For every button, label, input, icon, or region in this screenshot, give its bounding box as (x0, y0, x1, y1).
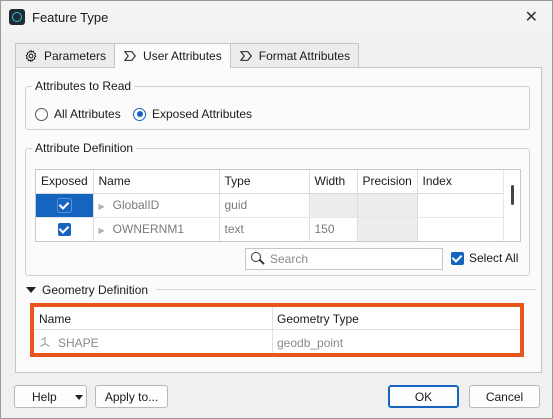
index-cell[interactable] (417, 217, 505, 241)
checkbox-checked-icon[interactable] (451, 251, 464, 265)
help-button-label: Help (32, 390, 57, 404)
type-cell[interactable]: guid (219, 193, 310, 218)
tab-format-attributes-label: Format Attributes (258, 48, 351, 63)
radio-all-attributes-label: All Attributes (54, 107, 121, 121)
geometry-definition-label: Geometry Definition (42, 283, 149, 297)
tab-format-attributes[interactable]: Format Attributes (229, 43, 360, 67)
column-header-precision[interactable]: Precision (357, 170, 418, 194)
checkbox-checked-icon[interactable] (57, 222, 71, 236)
column-header-name[interactable]: Name (93, 170, 220, 194)
width-cell (309, 193, 358, 218)
attribute-definition-label: Attribute Definition (32, 141, 137, 155)
table-row[interactable]: ▶ OWNERNM1 text 150 (36, 217, 505, 241)
search-input[interactable] (268, 251, 428, 267)
attribute-name: GlobalID (112, 198, 160, 212)
radio-exposed-attributes-label: Exposed Attributes (152, 107, 253, 121)
gear-icon (25, 49, 37, 62)
column-header-index[interactable]: Index (417, 170, 505, 194)
column-header-type[interactable]: Type (219, 170, 310, 194)
title-bar: Feature Type ✕ (1, 1, 552, 33)
index-cell[interactable] (417, 193, 505, 218)
point-geometry-icon (40, 336, 50, 347)
search-box[interactable] (245, 248, 443, 270)
attribute-name: OWNERNM1 (112, 222, 184, 236)
type-cell[interactable]: text (219, 217, 310, 241)
geometry-highlight-outline: Name Geometry Type SHAPE geodb_point (30, 303, 524, 357)
expand-arrow-icon: ▶ (98, 202, 105, 211)
name-cell[interactable]: ▶ GlobalID (93, 193, 220, 218)
radio-button-icon (35, 107, 48, 121)
attribute-table-header: Exposed Name Type Width Precision Index (36, 170, 505, 194)
attributes-to-read-group: Attributes to Read All Attributes Expose… (25, 79, 530, 130)
column-header-geometry-type[interactable]: Geometry Type (277, 312, 359, 326)
precision-cell (357, 193, 418, 218)
column-header-width[interactable]: Width (309, 170, 358, 194)
column-header-exposed[interactable]: Exposed (36, 170, 94, 194)
name-cell[interactable]: ▶ OWNERNM1 (93, 217, 220, 241)
chevron-tag-icon (239, 50, 252, 61)
geometry-type[interactable]: geodb_point (277, 336, 343, 350)
vertical-scrollbar[interactable] (503, 170, 520, 241)
radio-exposed-attributes[interactable]: Exposed Attributes (133, 107, 252, 121)
exposed-cell[interactable] (36, 217, 94, 241)
radio-all-attributes[interactable]: All Attributes (35, 107, 121, 121)
dropdown-arrow-icon[interactable] (75, 395, 83, 400)
precision-cell (357, 217, 418, 241)
attribute-table: Exposed Name Type Width Precision Index … (35, 169, 521, 242)
radio-button-selected-icon (133, 107, 146, 121)
expand-arrow-icon: ▶ (98, 226, 105, 235)
chevron-tag-icon (124, 51, 136, 61)
attribute-definition-group: Attribute Definition Exposed Name Type W… (25, 141, 530, 276)
cancel-button[interactable]: Cancel (469, 385, 540, 408)
table-row[interactable]: ▶ GlobalID guid (36, 193, 505, 218)
tab-user-attributes[interactable]: User Attributes (114, 43, 231, 68)
feature-type-dialog: Feature Type ✕ Parameters User Attribute… (0, 0, 553, 419)
attributes-to-read-label: Attributes to Read (32, 79, 135, 93)
tab-bar: Parameters User Attributes Format Attrib… (15, 43, 360, 68)
geometry-name[interactable]: SHAPE (58, 336, 99, 350)
select-all-checkbox[interactable]: Select All (451, 251, 518, 265)
app-icon (9, 9, 25, 25)
width-cell[interactable]: 150 (309, 217, 358, 241)
user-attributes-panel: Attributes to Read All Attributes Expose… (15, 67, 542, 373)
scrollbar-thumb[interactable] (511, 185, 514, 205)
geometry-definition-toggle[interactable]: Geometry Definition (26, 283, 148, 297)
tab-parameters-label: Parameters (44, 48, 107, 63)
exposed-cell[interactable] (36, 193, 94, 218)
tab-parameters[interactable]: Parameters (15, 43, 116, 67)
close-icon[interactable]: ✕ (525, 7, 538, 27)
checkbox-checked-icon[interactable] (57, 198, 71, 212)
select-all-label: Select All (469, 251, 519, 265)
tab-user-attributes-label: User Attributes (143, 49, 222, 63)
help-button[interactable]: Help (14, 385, 87, 408)
column-divider (272, 307, 273, 353)
geometry-table: Name Geometry Type SHAPE geodb_point (34, 307, 520, 353)
collapse-arrow-icon (26, 287, 36, 293)
apply-to-button[interactable]: Apply to... (95, 385, 168, 408)
ok-button[interactable]: OK (388, 385, 459, 408)
window-title: Feature Type (32, 10, 109, 25)
section-divider (156, 289, 536, 290)
search-icon (246, 249, 268, 269)
column-header-name[interactable]: Name (39, 312, 71, 326)
